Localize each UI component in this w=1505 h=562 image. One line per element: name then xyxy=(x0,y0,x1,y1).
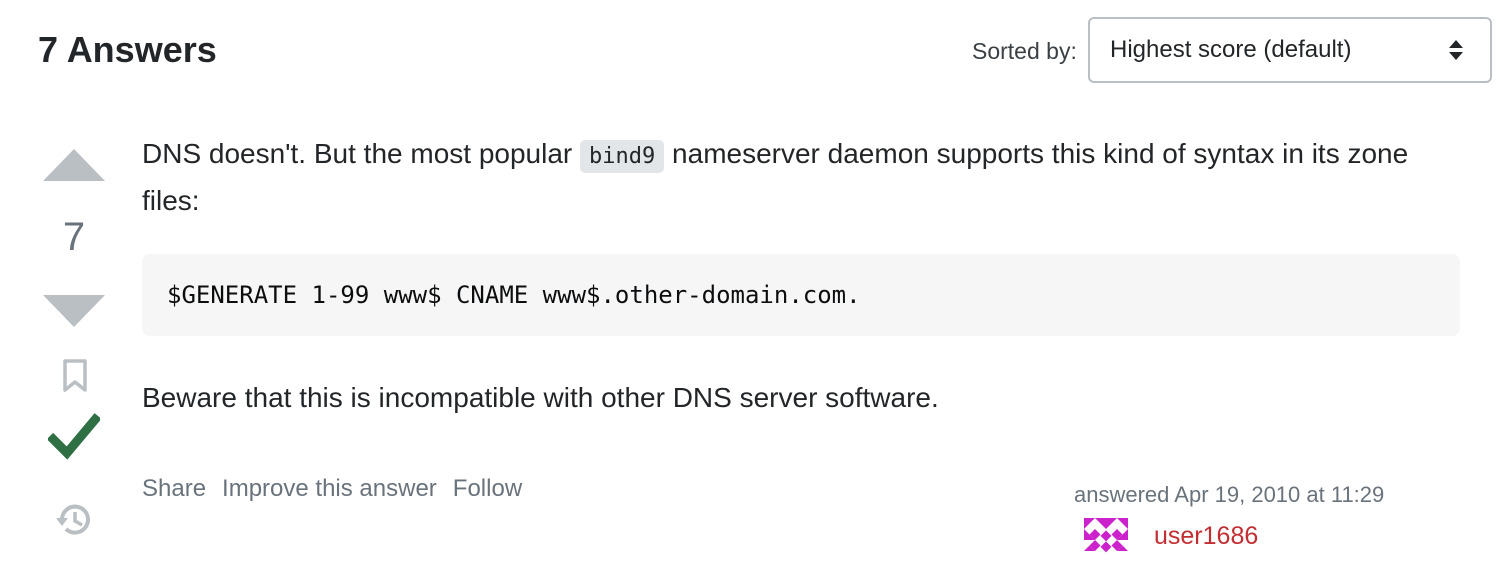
sort-label: Sorted by: xyxy=(972,38,1077,64)
vote-down-icon[interactable] xyxy=(41,293,107,329)
accepted-checkmark-icon xyxy=(48,413,100,460)
vote-up-icon[interactable] xyxy=(41,147,107,183)
answer-text: DNS doesn't. But the most popular xyxy=(142,138,581,169)
sort-select-value: Highest score (default) xyxy=(1110,36,1352,63)
user-avatar[interactable] xyxy=(1074,518,1138,562)
user-name-link[interactable]: user1686 xyxy=(1154,521,1258,551)
follow-link[interactable]: Follow xyxy=(453,474,522,504)
inline-code: bind9 xyxy=(580,140,665,173)
history-icon[interactable] xyxy=(54,500,94,540)
vote-count: 7 xyxy=(62,215,86,259)
sort-caret-icon xyxy=(1449,40,1463,60)
answer-paragraph-2: Beware that this is incompatible with ot… xyxy=(142,382,939,413)
post-menu: Share Improve this answer Follow xyxy=(142,474,522,504)
answers-count-heading: 7 Answers xyxy=(38,29,217,70)
sort-select[interactable]: Highest score (default) xyxy=(1088,17,1492,83)
answered-timestamp: answered Apr 19, 2010 at 11:29 xyxy=(1074,482,1385,507)
bookmark-icon[interactable] xyxy=(61,358,89,394)
code-block: $GENERATE 1-99 www$ CNAME www$.other-dom… xyxy=(142,254,1460,336)
improve-answer-link[interactable]: Improve this answer xyxy=(222,474,437,504)
answers-section: 7 Answers Sorted by: Highest score (defa… xyxy=(0,0,1505,562)
answer-body: DNS doesn't. But the most popular bind9 … xyxy=(142,132,1462,223)
answer-paragraph-1: DNS doesn't. But the most popular bind9 … xyxy=(142,132,1462,223)
share-link[interactable]: Share xyxy=(142,474,206,504)
